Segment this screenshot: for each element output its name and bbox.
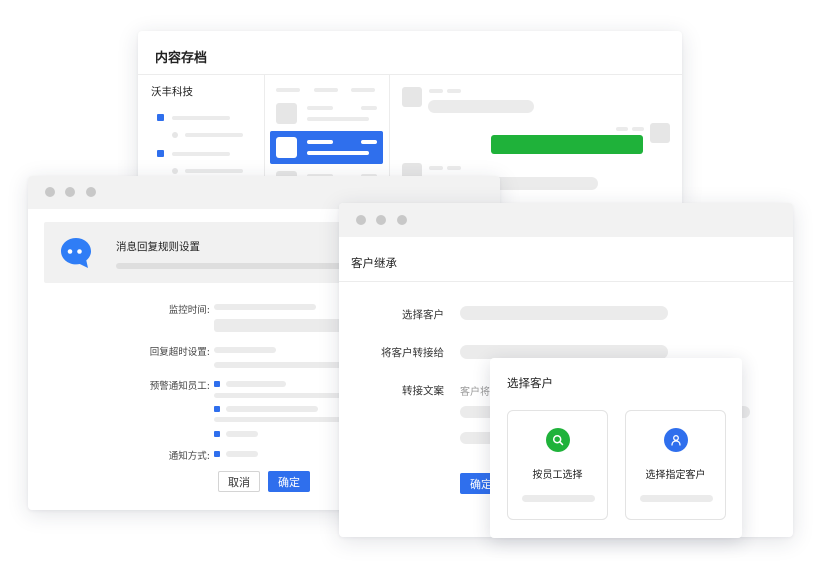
- chat-bubble-right: [491, 135, 643, 154]
- user-icon: [664, 428, 688, 452]
- select-by-staff-label: 按员工选择: [532, 470, 583, 481]
- select-by-staff-card[interactable]: 按员工选择: [507, 410, 608, 520]
- staff-option-dot[interactable]: [214, 406, 220, 412]
- window-control-dot[interactable]: [356, 215, 366, 225]
- chat-bubble-left: [428, 100, 534, 113]
- contact-avatar: [276, 103, 297, 124]
- reply-timeout-input[interactable]: [214, 347, 276, 353]
- staff-option-dot[interactable]: [214, 431, 220, 437]
- tree-node-dot: [157, 150, 164, 157]
- tree-node-placeholder[interactable]: [172, 116, 230, 120]
- chat-bubble-icon: [58, 235, 94, 271]
- staff-option-dot[interactable]: [214, 381, 220, 387]
- window-control-dot[interactable]: [376, 215, 386, 225]
- contact-preview-placeholder: [307, 151, 369, 155]
- popup-title: 选择客户: [507, 376, 553, 390]
- confirm-button[interactable]: 确定: [268, 471, 310, 492]
- contact-preview-placeholder: [307, 117, 369, 121]
- inherit-divider: [339, 281, 793, 282]
- select-customer-popup: 选择客户 按员工选择 选择指定客户: [490, 358, 742, 538]
- staff-option-placeholder[interactable]: [226, 431, 258, 437]
- select-customer-input[interactable]: [460, 306, 668, 320]
- cancel-button[interactable]: 取消: [218, 471, 260, 492]
- chat-meta-placeholder: [429, 166, 443, 170]
- transfer-to-input[interactable]: [460, 345, 668, 359]
- window-control-dot[interactable]: [45, 187, 55, 197]
- chat-meta-placeholder: [429, 89, 443, 93]
- notify-method-label: 通知方式:: [168, 451, 210, 462]
- chat-meta-placeholder: [616, 127, 628, 131]
- contact-time-placeholder: [361, 140, 377, 144]
- monitor-time-input[interactable]: [214, 304, 316, 310]
- tree-subnode-placeholder[interactable]: [185, 133, 243, 137]
- transfer-text-value[interactable]: 客户将: [460, 383, 490, 398]
- contact-time-placeholder: [361, 106, 377, 110]
- staff-option-placeholder[interactable]: [226, 381, 286, 387]
- select-specific-label: 选择指定客户: [645, 470, 706, 481]
- window-titlebar[interactable]: [339, 203, 793, 237]
- transfer-text-label: 转接文案: [402, 385, 444, 397]
- chat-meta-placeholder: [632, 127, 644, 131]
- chat-avatar-right: [650, 123, 670, 143]
- transfer-to-label: 将客户转接给: [381, 347, 444, 359]
- window-control-dot[interactable]: [86, 187, 96, 197]
- monitor-time-label: 监控时间:: [168, 305, 210, 316]
- tree-subnode-placeholder[interactable]: [185, 169, 243, 173]
- select-customer-label: 选择客户: [402, 309, 444, 321]
- chat-meta-placeholder: [447, 89, 461, 93]
- tree-node-dot: [157, 114, 164, 121]
- alert-staff-label: 预警通知员工:: [149, 381, 210, 392]
- card-description-placeholder: [640, 495, 713, 502]
- contact-item-selected[interactable]: [270, 131, 383, 164]
- list-header-placeholder: [276, 88, 300, 92]
- chat-avatar-left: [402, 87, 422, 107]
- search-icon: [546, 428, 570, 452]
- window-control-dot[interactable]: [65, 187, 75, 197]
- contact-avatar: [276, 137, 297, 158]
- inherit-title: 客户继承: [351, 256, 397, 270]
- archive-title: 内容存档: [155, 51, 208, 66]
- select-specific-card[interactable]: 选择指定客户: [625, 410, 726, 520]
- card-description-placeholder: [522, 495, 595, 502]
- contact-name-placeholder[interactable]: [307, 106, 333, 110]
- chat-meta-placeholder: [447, 166, 461, 170]
- notify-option-dot[interactable]: [214, 451, 220, 457]
- company-name[interactable]: 沃丰科技: [151, 84, 193, 99]
- tree-node-placeholder[interactable]: [172, 152, 230, 156]
- window-control-dot[interactable]: [397, 215, 407, 225]
- staff-option-placeholder[interactable]: [226, 406, 318, 412]
- rules-heading: 消息回复规则设置: [116, 241, 200, 253]
- notify-option-placeholder[interactable]: [226, 451, 258, 457]
- tree-subnode-dot: [172, 168, 178, 174]
- list-header-placeholder: [351, 88, 375, 92]
- contact-name-placeholder: [307, 140, 333, 144]
- tree-subnode-dot: [172, 132, 178, 138]
- list-header-placeholder: [314, 88, 338, 92]
- reply-timeout-label: 回复超时设置:: [149, 347, 210, 358]
